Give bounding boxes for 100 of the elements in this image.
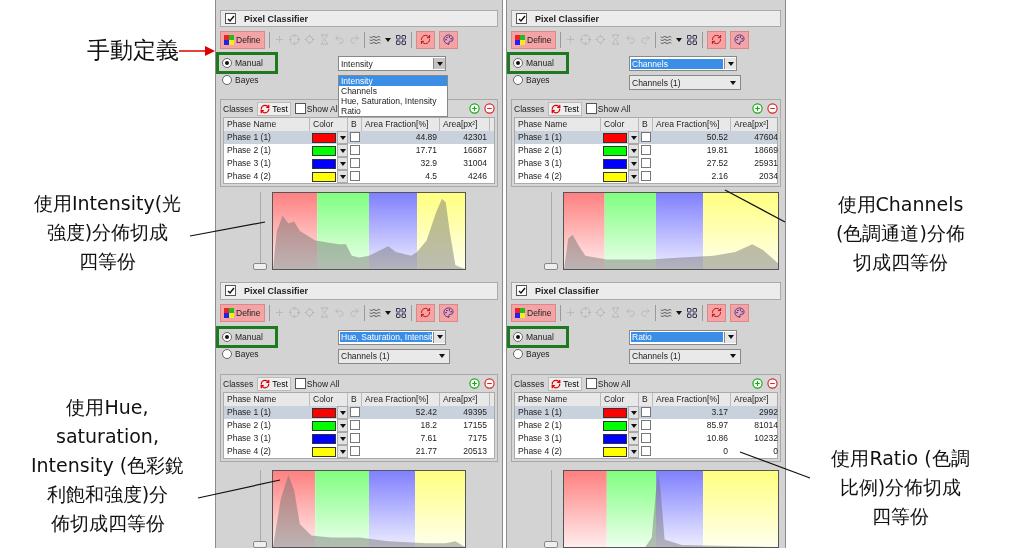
enable-checkbox[interactable] [516, 13, 527, 25]
color-dropdown[interactable] [628, 432, 639, 445]
show-all-checkbox[interactable]: Show All [294, 378, 340, 389]
remove-icon[interactable] [767, 103, 778, 114]
palette-button[interactable] [438, 303, 458, 322]
color-dropdown[interactable] [628, 406, 639, 419]
color-swatch[interactable] [603, 407, 627, 418]
b-checkbox[interactable] [350, 406, 360, 417]
channel-select[interactable]: Channels (1) [629, 75, 741, 91]
color-swatch[interactable] [312, 433, 336, 444]
color-swatch[interactable] [312, 158, 336, 169]
b-checkbox[interactable] [641, 432, 651, 443]
color-dropdown[interactable] [337, 406, 348, 419]
mode-radio[interactable]: Manual [511, 56, 565, 71]
dropdown-option[interactable]: Channels [339, 86, 447, 97]
show-all-checkbox[interactable]: Show All [585, 378, 631, 389]
b-checkbox[interactable] [641, 131, 651, 142]
test-button[interactable]: Test [257, 101, 291, 116]
phase-row[interactable]: Phase 1 (1) 50.52 47604 [515, 131, 777, 144]
b-checkbox[interactable] [641, 144, 651, 155]
mode-radio[interactable]: Manual [220, 329, 274, 344]
add-icon[interactable] [469, 378, 480, 389]
phase-row[interactable]: Phase 2 (1) 19.81 18669 [515, 144, 777, 157]
phase-row[interactable]: Phase 3 (1) 10.86 10232 [515, 432, 777, 445]
b-checkbox[interactable] [350, 157, 360, 168]
color-swatch[interactable] [603, 446, 627, 457]
mode-radio[interactable]: Bayes [511, 73, 565, 88]
b-checkbox[interactable] [641, 445, 651, 456]
define-button[interactable]: Define [511, 303, 556, 322]
dropdown-option[interactable]: Hue, Saturation, Intensity [339, 96, 447, 107]
b-checkbox[interactable] [350, 432, 360, 443]
color-dropdown[interactable] [337, 157, 348, 170]
color-swatch[interactable] [603, 132, 627, 143]
define-button[interactable]: Define [220, 303, 265, 322]
channel-select[interactable]: Channels (1) [629, 348, 741, 364]
remove-icon[interactable] [767, 378, 778, 389]
color-dropdown[interactable] [337, 131, 348, 144]
grid-icon[interactable] [685, 33, 698, 46]
palette-button[interactable] [438, 30, 458, 49]
mode-radio[interactable]: Manual [220, 56, 274, 71]
add-icon[interactable] [752, 103, 763, 114]
show-all-checkbox[interactable]: Show Al [294, 103, 338, 114]
test-button[interactable]: Test [548, 101, 582, 116]
define-button[interactable]: Define [220, 30, 265, 49]
refresh-button[interactable] [415, 30, 435, 49]
color-swatch[interactable] [312, 171, 336, 182]
color-swatch[interactable] [312, 407, 336, 418]
dropdown-option[interactable]: Ratio [339, 106, 447, 117]
waves-icon[interactable] [659, 306, 672, 319]
enable-checkbox[interactable] [225, 13, 236, 25]
palette-button[interactable] [729, 30, 749, 49]
show-all-checkbox[interactable]: Show All [585, 103, 631, 114]
color-dropdown[interactable] [337, 170, 348, 183]
waves-icon[interactable] [659, 33, 672, 46]
phase-row[interactable]: Phase 1 (1) 3.17 2992 [515, 406, 777, 419]
slider-thumb[interactable] [544, 541, 558, 548]
phase-row[interactable]: Phase 1 (1) 52.42 49395 [224, 406, 494, 419]
phase-row[interactable]: Phase 3 (1) 27.52 25931 [515, 157, 777, 170]
b-checkbox[interactable] [350, 445, 360, 456]
color-swatch[interactable] [603, 145, 627, 156]
color-swatch[interactable] [312, 446, 336, 457]
color-dropdown[interactable] [337, 445, 348, 458]
b-checkbox[interactable] [350, 144, 360, 155]
mode-radio[interactable]: Bayes [511, 346, 565, 361]
color-dropdown[interactable] [337, 432, 348, 445]
color-swatch[interactable] [603, 158, 627, 169]
phase-row[interactable]: Phase 1 (1) 44.89 42301 [224, 131, 494, 144]
mode-radio[interactable]: Bayes [220, 346, 274, 361]
color-dropdown[interactable] [628, 131, 639, 144]
color-dropdown[interactable] [628, 445, 639, 458]
refresh-button[interactable] [706, 303, 726, 322]
grid-icon[interactable] [394, 33, 407, 46]
phase-row[interactable]: Phase 2 (1) 85.97 81014 [515, 419, 777, 432]
grid-icon[interactable] [394, 306, 407, 319]
mode-dropdown[interactable]: Intensity [338, 56, 446, 72]
grid-icon[interactable] [685, 306, 698, 319]
color-dropdown[interactable] [337, 144, 348, 157]
color-dropdown[interactable] [628, 170, 639, 183]
b-checkbox[interactable] [641, 406, 651, 417]
phase-row[interactable]: Phase 4 (2) 2.16 2034 [515, 170, 777, 183]
define-button[interactable]: Define [511, 30, 556, 49]
mode-radio[interactable]: Bayes [220, 73, 274, 88]
b-checkbox[interactable] [350, 419, 360, 430]
waves-icon[interactable] [368, 33, 381, 46]
b-checkbox[interactable] [641, 170, 651, 181]
color-swatch[interactable] [312, 132, 336, 143]
add-icon[interactable] [752, 378, 763, 389]
b-checkbox[interactable] [350, 131, 360, 142]
b-checkbox[interactable] [350, 170, 360, 181]
b-checkbox[interactable] [641, 419, 651, 430]
color-swatch[interactable] [603, 420, 627, 431]
mode-radio[interactable]: Manual [511, 329, 565, 344]
enable-checkbox[interactable] [516, 285, 527, 297]
color-swatch[interactable] [603, 433, 627, 444]
remove-icon[interactable] [484, 103, 495, 114]
color-swatch[interactable] [603, 171, 627, 182]
color-dropdown[interactable] [337, 419, 348, 432]
color-swatch[interactable] [312, 145, 336, 156]
add-icon[interactable] [469, 103, 480, 114]
phase-row[interactable]: Phase 4 (2) 0 0 [515, 445, 777, 458]
